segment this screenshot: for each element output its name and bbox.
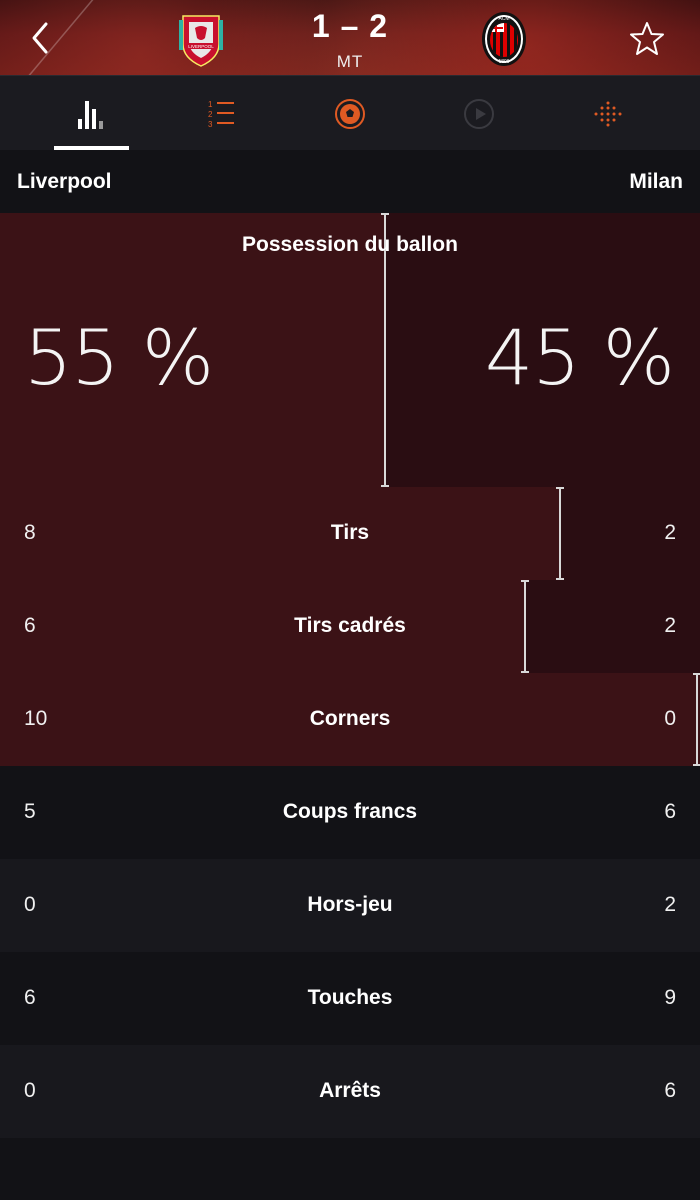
- stat-label: Tirs cadrés: [294, 614, 406, 637]
- liverpool-crest-icon: LIVERPOOL: [179, 15, 223, 67]
- tab-lineup[interactable]: 1 2 3: [183, 76, 259, 151]
- stat-away-value: 2: [664, 614, 676, 637]
- match-header: LIVERPOOL 1 – 2 MT ACM 1899: [0, 0, 700, 75]
- ball-icon: [335, 98, 365, 129]
- star-icon: [630, 22, 664, 55]
- bar-chart-icon: [78, 100, 103, 129]
- possession-home-value: 55 %: [24, 313, 214, 402]
- stat-row: 6 Touches 9: [0, 952, 700, 1045]
- favorite-button[interactable]: [628, 20, 666, 58]
- home-team-name: Liverpool: [17, 170, 112, 193]
- back-button[interactable]: [22, 18, 58, 58]
- stat-row: 0 Hors-jeu 2: [0, 859, 700, 952]
- stat-away-value: 2: [664, 521, 676, 544]
- liverpool-crest-text: LIVERPOOL: [188, 44, 214, 49]
- match-status: MT: [336, 52, 364, 71]
- stat-row: 5 Coups francs 6: [0, 766, 700, 859]
- acm-crest-year: 1899: [498, 59, 509, 65]
- stats-list: 8 Tirs 2 6 Tirs cadrés 2 10 Corners 0 5 …: [0, 487, 700, 1138]
- stat-row: 8 Tirs 2: [0, 487, 700, 580]
- chevron-left-icon: [32, 22, 48, 54]
- stat-label: Hors-jeu: [307, 893, 393, 916]
- stat-label: Arrêts: [319, 1079, 381, 1102]
- ac-milan-crest-icon: ACM 1899: [482, 12, 526, 66]
- stat-row: 10 Corners 0: [0, 673, 700, 766]
- away-team-name: Milan: [629, 170, 683, 193]
- stat-row: 6 Tirs cadrés 2: [0, 580, 700, 673]
- tab-statistics[interactable]: [54, 76, 130, 151]
- svg-text:1: 1: [208, 100, 213, 109]
- tab-bar: 1 2 3: [0, 75, 700, 150]
- svg-text:3: 3: [208, 120, 213, 129]
- stat-away-value: 6: [664, 1079, 676, 1102]
- svg-text:2: 2: [208, 110, 213, 119]
- stat-label: Tirs: [330, 521, 370, 544]
- stat-away-value: 0: [664, 707, 676, 730]
- play-icon: [464, 98, 494, 129]
- tab-events[interactable]: [312, 76, 388, 151]
- possession-block: Possession du ballon 55 % 45 %: [0, 213, 700, 487]
- possession-away-value: 45 %: [484, 313, 675, 402]
- stat-away-value: 2: [664, 893, 676, 916]
- possession-title: Possession du ballon: [242, 233, 458, 256]
- stat-away-value: 6: [664, 800, 676, 823]
- tab-videos[interactable]: [441, 76, 517, 151]
- acm-crest-text: ACM: [498, 16, 509, 22]
- stat-row: 0 Arrêts 6: [0, 1045, 700, 1138]
- team-names-row: Liverpool Milan: [0, 150, 700, 213]
- match-score: 1 – 2: [311, 8, 389, 44]
- tab-live-pitch[interactable]: [570, 76, 646, 151]
- stat-label: Coups francs: [282, 800, 418, 823]
- numbered-list-icon: 1 2 3: [208, 100, 234, 129]
- stat-away-value: 9: [664, 986, 676, 1009]
- stat-label: Touches: [307, 986, 393, 1009]
- stat-label: Corners: [309, 707, 391, 730]
- pitch-dots-icon: [594, 101, 622, 126]
